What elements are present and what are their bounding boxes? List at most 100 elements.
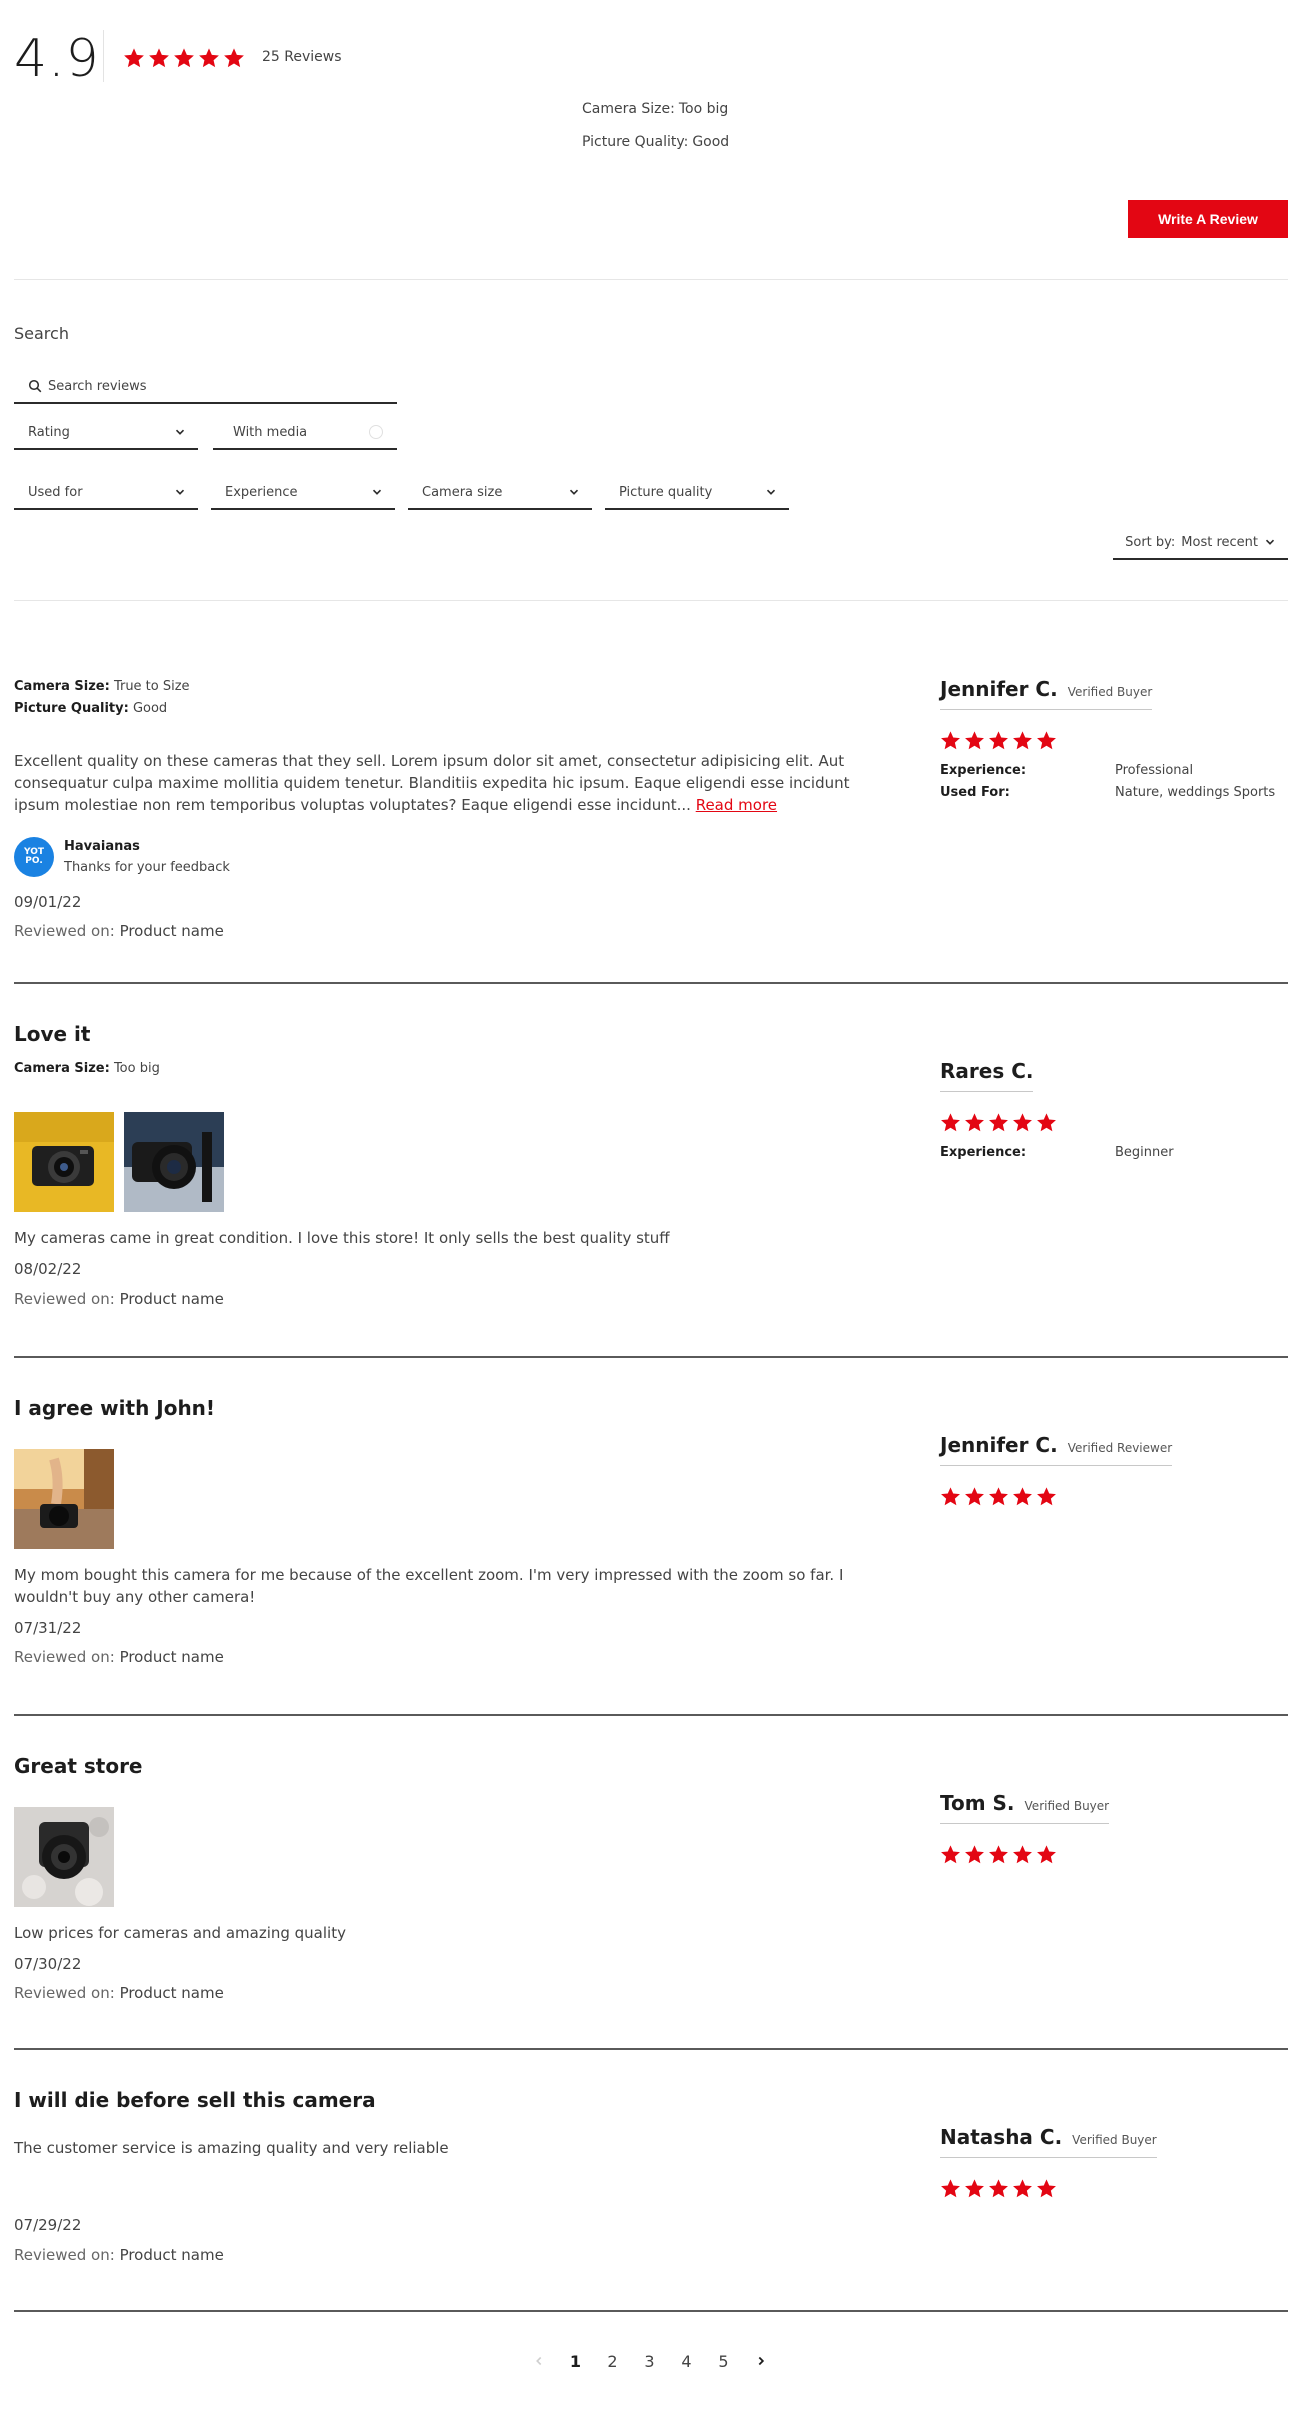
page-button[interactable]: 4 <box>668 2352 705 2371</box>
review-date: 07/30/22 <box>14 1955 82 1973</box>
store-reply: YOT PO. Havaianas Thanks for your feedba… <box>14 837 230 877</box>
prev-page-button[interactable] <box>520 2352 557 2371</box>
chevron-down-icon <box>371 486 383 498</box>
review-stars <box>940 1844 1057 1865</box>
write-review-button[interactable]: Write A Review <box>1128 200 1288 238</box>
reply-text: Thanks for your feedback <box>64 860 230 875</box>
review-date: 08/02/22 <box>14 1260 82 1278</box>
star-icon <box>1012 1486 1033 1507</box>
star-icon <box>1012 730 1033 751</box>
review-body: Low prices for cameras and amazing quali… <box>14 1924 346 1942</box>
reviewed-on: Reviewed on: Product name <box>14 2246 224 2264</box>
star-icon <box>988 1486 1009 1507</box>
review-count[interactable]: 25 Reviews <box>262 49 342 65</box>
rating-filter[interactable]: Rating <box>14 416 198 450</box>
star-icon <box>1036 1112 1057 1133</box>
review-card: I will die before sell this camera The c… <box>14 2068 1288 2312</box>
review-attribute: Camera Size: Too big <box>14 1061 160 1076</box>
star-icon <box>988 2178 1009 2199</box>
experience-filter[interactable]: Experience <box>211 476 395 510</box>
review-author: Tom S. Verified Buyer <box>940 1791 1110 1824</box>
review-attribute: Picture Quality: Good <box>14 701 168 716</box>
page-button[interactable]: 2 <box>594 2352 631 2371</box>
review-author: Natasha C. Verified Buyer <box>940 2125 1157 2158</box>
star-icon <box>1036 2178 1057 2199</box>
info-experience: Experience: Beginner <box>940 1145 1174 1160</box>
review-title: I will die before sell this camera <box>14 2088 376 2112</box>
review-card: I agree with John! My mom bought this ca… <box>14 1376 1288 1716</box>
review-author: Jennifer C. Verified Reviewer <box>940 1433 1173 1466</box>
star-icon <box>148 47 170 69</box>
chevron-down-icon <box>568 486 580 498</box>
review-card: Love it Camera Size: Too big My cameras … <box>14 1002 1288 1358</box>
verified-badge: Verified Reviewer <box>1067 1441 1173 1455</box>
camera-size-filter[interactable]: Camera size <box>408 476 592 510</box>
hand-holding-camera-photo <box>14 1449 114 1549</box>
page-button[interactable]: 3 <box>631 2352 668 2371</box>
chevron-left-icon <box>535 2356 541 2366</box>
compact-camera-photo <box>14 1112 114 1212</box>
star-icon <box>1036 1844 1057 1865</box>
review-title: Love it <box>14 1022 91 1046</box>
review-image[interactable] <box>14 1807 114 1907</box>
divider <box>14 600 1288 601</box>
review-author: Rares C. <box>940 1059 1034 1092</box>
chevron-down-icon <box>174 486 186 498</box>
verified-badge: Verified Buyer <box>1072 2133 1157 2147</box>
page-button[interactable]: 5 <box>705 2352 742 2371</box>
camera-on-lace-photo <box>14 1807 114 1907</box>
review-stars <box>940 1486 1057 1507</box>
review-body: The customer service is amazing quality … <box>14 2139 449 2157</box>
review-image[interactable] <box>124 1112 224 1212</box>
search-box[interactable] <box>14 370 397 404</box>
star-icon <box>1012 1844 1033 1865</box>
review-date: 09/01/22 <box>14 893 82 911</box>
dslr-camera-photo <box>124 1112 224 1212</box>
header-divider <box>103 30 104 82</box>
chevron-right-icon <box>758 2356 764 2366</box>
review-image[interactable] <box>14 1449 114 1549</box>
review-stars <box>940 1112 1057 1133</box>
review-image[interactable] <box>14 1112 114 1212</box>
star-icon <box>940 1112 961 1133</box>
toggle-circle <box>369 425 383 439</box>
reviewed-on: Reviewed on: Product name <box>14 922 224 940</box>
with-media-toggle[interactable]: With media <box>213 416 397 450</box>
review-card: Camera Size: True to Size Picture Qualit… <box>14 640 1288 984</box>
info-experience: Experience: Professional <box>940 763 1194 778</box>
average-rating: 4.9 <box>14 29 100 89</box>
average-stars <box>123 47 245 69</box>
star-icon <box>1012 2178 1033 2199</box>
chevron-down-icon <box>174 426 186 438</box>
review-date: 07/31/22 <box>14 1619 82 1637</box>
reply-author: Havaianas <box>64 839 140 854</box>
review-stars <box>940 730 1057 751</box>
picture-quality-filter[interactable]: Picture quality <box>605 476 789 510</box>
next-page-button[interactable] <box>742 2352 779 2371</box>
verified-badge: Verified Buyer <box>1067 685 1153 699</box>
star-icon <box>940 1486 961 1507</box>
review-stars <box>940 2178 1057 2199</box>
reviewed-on: Reviewed on: Product name <box>14 1648 224 1666</box>
star-icon <box>964 1486 985 1507</box>
review-title: I agree with John! <box>14 1396 216 1420</box>
chevron-down-icon <box>1264 536 1276 548</box>
star-icon <box>988 1112 1009 1133</box>
star-icon <box>123 47 145 69</box>
star-icon <box>198 47 220 69</box>
star-icon <box>964 2178 985 2199</box>
summary-picture-quality: Picture Quality: Good <box>582 134 730 150</box>
read-more-link[interactable]: Read more <box>696 796 777 814</box>
star-icon <box>988 1844 1009 1865</box>
review-date: 07/29/22 <box>14 2216 82 2234</box>
sort-dropdown[interactable]: Sort by: Most recent <box>1113 526 1288 560</box>
verified-badge: Verified Buyer <box>1024 1799 1110 1813</box>
star-icon <box>964 1112 985 1133</box>
page-button[interactable]: 1 <box>557 2352 594 2371</box>
search-input[interactable] <box>48 378 388 394</box>
used-for-filter[interactable]: Used for <box>14 476 198 510</box>
chevron-down-icon <box>765 486 777 498</box>
review-body: My mom bought this camera for me because… <box>14 1566 844 1606</box>
store-logo: YOT PO. <box>14 837 54 877</box>
star-icon <box>173 47 195 69</box>
